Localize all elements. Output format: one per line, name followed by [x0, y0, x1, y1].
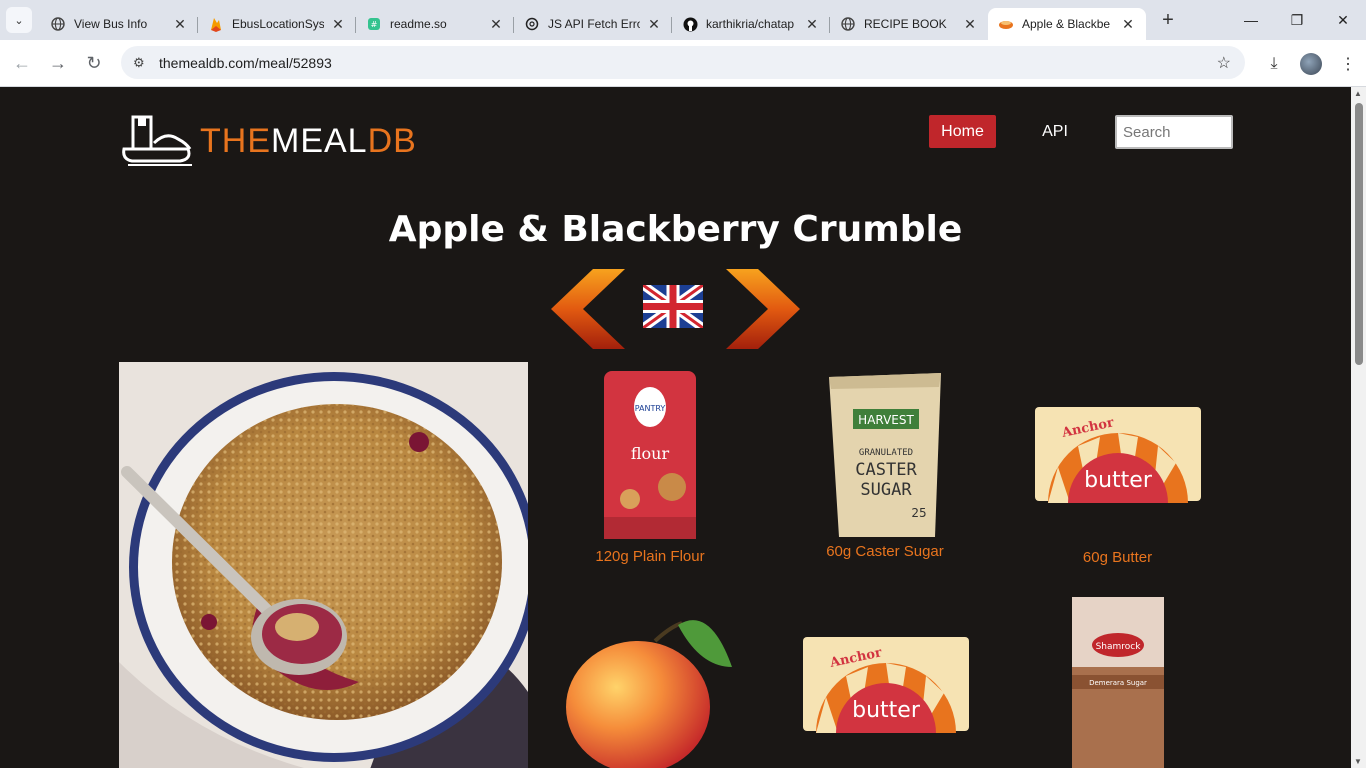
demerara-sugar-image: Shamrock Demerara Sugar — [1072, 597, 1164, 768]
meal-title: Apple & Blackberry Crumble — [388, 209, 963, 250]
close-icon[interactable]: ✕ — [804, 16, 820, 33]
scroll-down-icon[interactable]: ▼ — [1354, 757, 1362, 766]
tab-title: karthikria/chatap — [706, 17, 795, 31]
svg-text:butter: butter — [1084, 468, 1153, 493]
caster-sugar-image: HARVEST GRANULATED CASTER SUGAR 25 — [829, 373, 941, 537]
profile-avatar[interactable] — [1300, 52, 1322, 75]
toolbar-actions: ⤓ ⋮ — [1256, 40, 1366, 87]
ingredient-label: 120g Plain Flour — [595, 548, 705, 565]
tab-title: RECIPE BOOK — [864, 17, 947, 31]
tab-bar: ⌄ View Bus Info ✕ EbusLocationSys ✕ # re… — [0, 0, 1366, 40]
close-icon[interactable]: ✕ — [330, 16, 346, 33]
svg-text:PANTRY: PANTRY — [635, 404, 666, 413]
nav-api-link[interactable]: API — [1031, 115, 1079, 148]
back-icon[interactable]: ← — [4, 53, 40, 74]
tab-apple-blackberry[interactable]: Apple & Blackbe ✕ — [988, 8, 1146, 40]
globe-icon — [50, 16, 66, 32]
apple-image — [566, 620, 732, 768]
close-icon[interactable]: ✕ — [646, 16, 662, 33]
nav-home-button[interactable]: Home — [929, 115, 996, 148]
tab-title: JS API Fetch Erro — [548, 17, 640, 31]
minimize-icon[interactable]: — — [1228, 0, 1274, 40]
previous-arrow-icon[interactable] — [549, 267, 627, 351]
tab-title: Apple & Blackbe — [1022, 17, 1111, 31]
search-input[interactable] — [1115, 115, 1233, 149]
ingredient-card[interactable]: PANTRY flour 120g Plain Flour — [580, 367, 720, 565]
site-logo[interactable]: THEMEALDB — [120, 115, 417, 167]
close-icon[interactable]: ✕ — [172, 16, 188, 33]
site-settings-icon[interactable]: ⚙ — [133, 55, 149, 71]
tab-readme[interactable]: # readme.so ✕ — [356, 8, 514, 40]
forward-icon[interactable]: → — [40, 53, 76, 74]
scroll-up-icon[interactable]: ▲ — [1354, 89, 1362, 98]
restore-icon[interactable]: ❐ — [1274, 0, 1320, 40]
ingredient-card[interactable]: butter Anchor 60g Butter — [1030, 405, 1205, 566]
meal-photo — [119, 362, 528, 768]
svg-text:butter: butter — [852, 698, 921, 723]
close-icon[interactable]: ✕ — [1120, 16, 1136, 33]
tab-js-api[interactable]: JS API Fetch Erro ✕ — [514, 8, 672, 40]
svg-text:25: 25 — [911, 506, 926, 520]
butter-image: butter Anchor — [1034, 407, 1201, 503]
svg-text:Demerara Sugar: Demerara Sugar — [1089, 679, 1147, 687]
butter-image: butter Anchor — [803, 637, 969, 733]
svg-text:GRANULATED: GRANULATED — [859, 448, 913, 458]
close-icon[interactable]: ✕ — [488, 16, 504, 33]
bookmark-star-icon[interactable]: ☆ — [1217, 53, 1231, 73]
ingredient-card[interactable]: HARVEST GRANULATED CASTER SUGAR 25 60g C… — [805, 367, 965, 560]
github-icon — [682, 16, 698, 32]
close-window-icon[interactable]: ✕ — [1320, 0, 1366, 40]
svg-text:CASTER: CASTER — [855, 460, 917, 480]
tab-recipe-book[interactable]: RECIPE BOOK ✕ — [830, 8, 988, 40]
tab-title: View Bus Info — [74, 17, 148, 31]
uk-flag-icon[interactable] — [643, 285, 703, 328]
browser-toolbar: ← → ↻ ⚙ themealdb.com/meal/52893 ☆ ⤓ ⋮ — [0, 40, 1366, 87]
menu-kebab-icon[interactable]: ⋮ — [1330, 54, 1366, 74]
close-icon[interactable]: ✕ — [962, 16, 978, 33]
ingredient-card[interactable]: butter Anchor — [800, 635, 972, 739]
tab-github[interactable]: karthikria/chatap ✕ — [672, 8, 830, 40]
address-bar[interactable]: ⚙ themealdb.com/meal/52893 ☆ — [121, 46, 1245, 79]
meal-logo-icon — [122, 115, 192, 166]
tab-strip: View Bus Info ✕ EbusLocationSys ✕ # read… — [40, 0, 1146, 40]
window-controls: — ❐ ✕ — [1228, 0, 1366, 40]
meal-icon — [998, 16, 1014, 32]
page-content: THEMEALDB Home API Apple & Blackberry Cr… — [0, 87, 1351, 768]
svg-text:flour: flour — [631, 444, 670, 463]
next-arrow-icon[interactable] — [724, 267, 802, 351]
ingredient-label: 60g Butter — [1082, 549, 1153, 566]
scroll-thumb[interactable] — [1355, 103, 1363, 365]
ingredient-card[interactable] — [560, 607, 740, 768]
logo-wordmark: THEMEALDB — [200, 121, 417, 160]
tab-view-bus-info[interactable]: View Bus Info ✕ — [40, 8, 198, 40]
new-tab-button[interactable]: + — [1156, 9, 1180, 32]
plain-flour-image: PANTRY flour — [604, 371, 696, 539]
tab-title: EbusLocationSys — [232, 17, 324, 31]
download-icon[interactable]: ⤓ — [1256, 55, 1292, 73]
tab-search-button[interactable]: ⌄ — [6, 7, 32, 33]
svg-text:Shamrock: Shamrock — [1096, 642, 1142, 652]
tab-ebus[interactable]: EbusLocationSys ✕ — [198, 8, 356, 40]
firebase-icon — [208, 16, 224, 32]
page-scrollbar[interactable]: ▲ ▼ — [1351, 87, 1366, 768]
url-text[interactable]: themealdb.com/meal/52893 — [159, 55, 332, 71]
svg-text:#: # — [371, 20, 378, 29]
chevron-down-icon: ⌄ — [14, 14, 24, 27]
tab-title: readme.so — [390, 17, 447, 31]
globe-icon — [840, 16, 856, 32]
openai-icon — [524, 16, 540, 32]
ingredient-label: 60g Caster Sugar — [826, 543, 944, 560]
reload-icon[interactable]: ↻ — [76, 53, 112, 74]
readme-icon: # — [366, 16, 382, 32]
svg-text:SUGAR: SUGAR — [860, 480, 912, 500]
svg-text:HARVEST: HARVEST — [858, 413, 914, 427]
ingredient-card[interactable]: Shamrock Demerara Sugar — [1068, 597, 1168, 768]
